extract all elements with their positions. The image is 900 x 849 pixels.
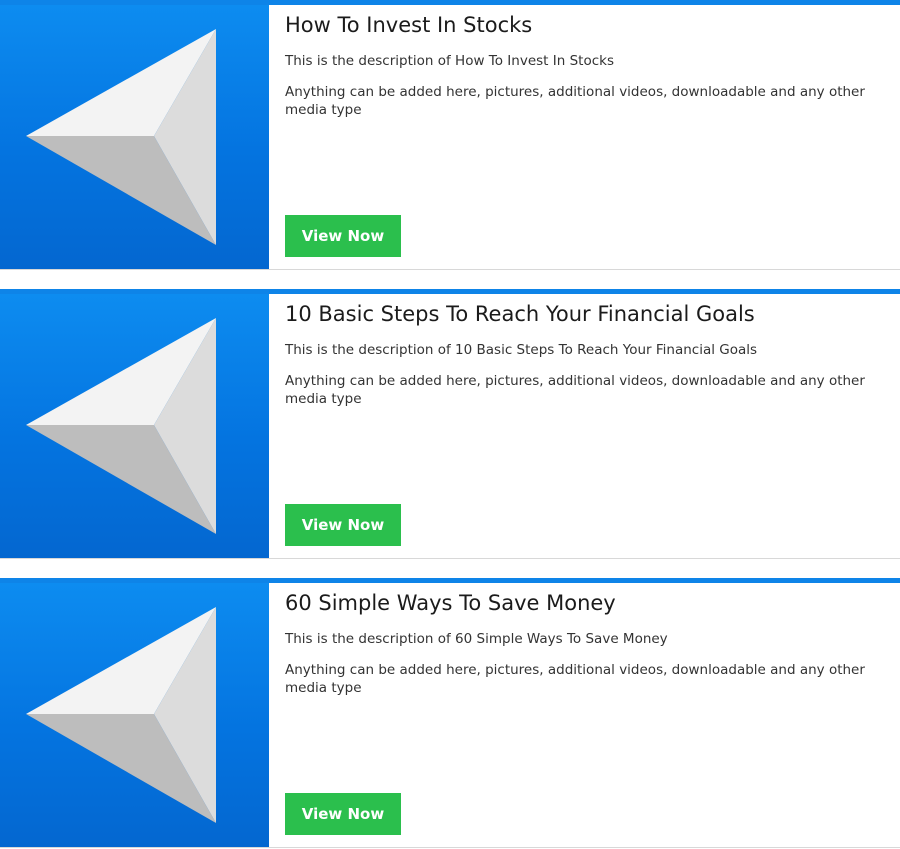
card-title: 60 Simple Ways To Save Money [285,591,616,615]
card-content: 10 Basic Steps To Reach Your Financial G… [285,294,880,558]
content-card: How To Invest In Stocks This is the desc… [0,0,900,270]
card-extra-text: Anything can be added here, pictures, ad… [285,84,865,118]
card-title: How To Invest In Stocks [285,13,533,37]
card-title: 10 Basic Steps To Reach Your Financial G… [285,302,755,326]
card-description: This is the description of 60 Simple Way… [285,631,668,647]
card-thumbnail[interactable] [0,583,269,847]
content-card: 60 Simple Ways To Save Money This is the… [0,578,900,848]
back-arrow-triangle-icon [26,318,216,534]
card-thumbnail[interactable] [0,294,269,558]
card-description: This is the description of How To Invest… [285,53,614,69]
view-now-button[interactable]: View Now [285,793,401,835]
back-arrow-triangle-icon [26,607,216,823]
back-arrow-triangle-icon [26,29,216,245]
card-extra-text: Anything can be added here, pictures, ad… [285,662,865,696]
view-now-button[interactable]: View Now [285,504,401,546]
card-thumbnail[interactable] [0,5,269,269]
card-content: 60 Simple Ways To Save Money This is the… [285,583,880,847]
view-now-button[interactable]: View Now [285,215,401,257]
card-content: How To Invest In Stocks This is the desc… [285,5,880,269]
card-description: This is the description of 10 Basic Step… [285,342,758,358]
card-extra-text: Anything can be added here, pictures, ad… [285,373,865,407]
content-card: 10 Basic Steps To Reach Your Financial G… [0,289,900,559]
